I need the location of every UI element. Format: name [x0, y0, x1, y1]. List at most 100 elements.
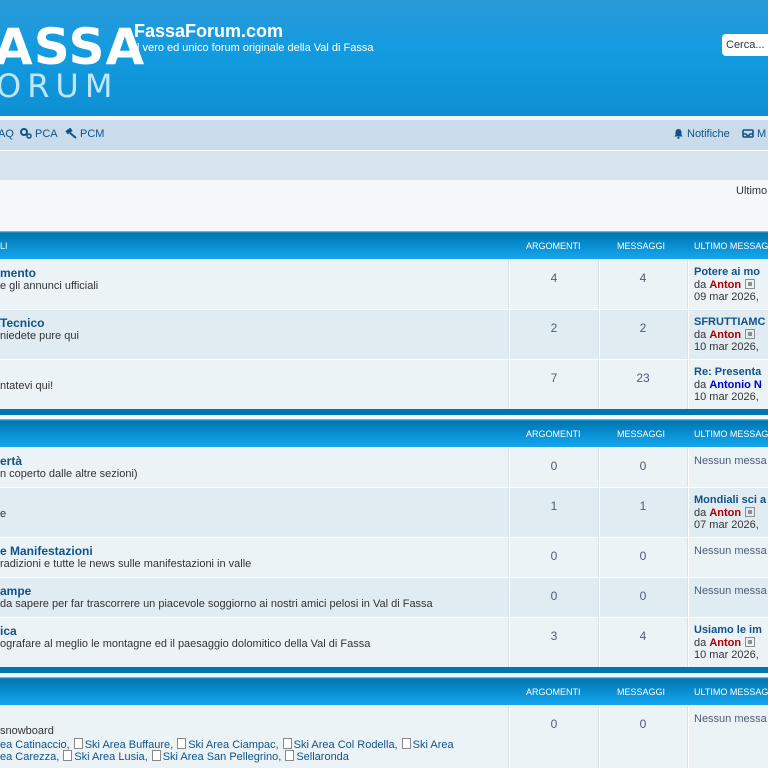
author-link[interactable]: Anton [709, 507, 741, 519]
last-post-author-line: da Antonio N [694, 379, 762, 391]
view-post-icon[interactable] [745, 279, 756, 289]
post-count: 4 [639, 629, 647, 643]
forum-description: n coperto dalle altre sezioni) [0, 468, 138, 480]
topic-count: 3 [550, 629, 558, 643]
section-divider [0, 409, 768, 415]
search-input[interactable]: Cerca... [722, 34, 768, 56]
messages-link[interactable]: M [742, 128, 766, 140]
last-post-column-header: ULTIMO MESSAG [694, 687, 768, 697]
breadcrumb-bar [0, 150, 768, 180]
site-logo-subtitle[interactable]: ORUM [0, 70, 118, 102]
site-logo[interactable]: ASSA [0, 22, 145, 72]
notifications-link[interactable]: Notifiche [673, 128, 730, 140]
author-link[interactable]: Anton [709, 329, 741, 341]
forum-description: radizioni e tutte le news sulle manifest… [0, 558, 252, 570]
document-icon [73, 738, 83, 749]
subforum-link[interactable]: Sellaronda [296, 751, 349, 763]
topics-column-header: ARGOMENTI [526, 429, 581, 439]
forum-section-header: ARGOMENTI MESSAGGI ULTIMO MESSAG [0, 677, 768, 705]
forum-row: Tecnico niedete pure qui 2 2 SFRUTTIAMC … [0, 309, 768, 359]
view-post-icon[interactable] [745, 329, 756, 339]
last-visit-text: Ultimo [736, 185, 768, 197]
subforum-link[interactable]: Ski Area Lusia, [74, 751, 147, 763]
author-link[interactable]: Anton [709, 637, 741, 649]
no-posts-text: Nessun messa [694, 545, 767, 557]
pcm-link[interactable]: PCM [65, 127, 104, 140]
document-icon [151, 750, 161, 761]
forum-row: ampe da sapere per far trascorrere un pi… [0, 577, 768, 617]
forum-row: e Manifestazioni radizioni e tutte le ne… [0, 537, 768, 577]
posts-column-header: MESSAGGI [617, 687, 666, 697]
post-count: 0 [639, 459, 647, 473]
notifications-label: Notifiche [687, 128, 730, 140]
gavel-icon [65, 127, 77, 139]
document-icon [285, 750, 295, 761]
topic-count: 1 [550, 499, 558, 513]
forum-row: mento e gli annunci ufficiali 4 4 Potere… [0, 259, 768, 309]
last-post-title[interactable]: Usiamo le im [694, 624, 762, 636]
forum-description: ntatevi qui! [0, 380, 54, 392]
section-title[interactable]: LI [0, 241, 8, 251]
post-count: 2 [639, 321, 647, 335]
last-post-author-line: da Anton [694, 329, 756, 341]
topic-count: 7 [550, 371, 558, 385]
document-icon [282, 738, 292, 749]
last-post-title[interactable]: Re: Presenta [694, 366, 761, 378]
document-icon [177, 738, 187, 749]
last-post-date: 10 mar 2026, [694, 649, 759, 661]
topic-count: 0 [550, 717, 558, 731]
forum-title[interactable]: mento [0, 266, 36, 280]
subforum-link[interactable]: ea Carezza, [0, 751, 59, 763]
site-title[interactable]: FassaForum.com [134, 21, 283, 42]
subforum-link[interactable]: Ski Area [413, 739, 454, 751]
forum-section-header: LI ARGOMENTI MESSAGGI ULTIMO MESSAG [0, 231, 768, 259]
subforum-link[interactable]: Ski Area San Pellegrino, [163, 751, 282, 763]
view-post-icon[interactable] [745, 637, 756, 647]
no-posts-text: Nessun messa [694, 455, 767, 467]
post-count: 0 [639, 549, 647, 563]
no-posts-text: Nessun messa [694, 585, 767, 597]
last-post-title[interactable]: SFRUTTIAMC [694, 316, 766, 328]
author-link[interactable]: Antonio N [709, 379, 762, 391]
forum-description: e [0, 508, 7, 520]
post-count: 4 [639, 271, 647, 285]
last-post-title[interactable]: Potere ai mo [694, 266, 760, 278]
no-posts-text: Nessun messa [694, 713, 767, 725]
forum-title[interactable]: ampe [0, 584, 31, 598]
messages-label: M [757, 128, 767, 140]
forum-title[interactable]: Tecnico [0, 316, 44, 330]
document-icon [63, 750, 73, 761]
last-post-date: 07 mar 2026, [694, 519, 759, 531]
topic-count: 0 [550, 589, 558, 603]
forum-description: da sapere per far trascorrere un piacevo… [0, 598, 433, 610]
faq-link[interactable]: AQ [0, 128, 14, 140]
author-link[interactable]: Anton [709, 279, 741, 291]
forum-description: snowboard [0, 725, 54, 737]
last-post-author-line: da Anton [694, 279, 756, 291]
forum-title[interactable]: e Manifestazioni [0, 544, 93, 558]
forum-row: e 1 1 Mondiali sci a da Anton 07 mar 202… [0, 487, 768, 537]
section-divider [0, 667, 768, 673]
topic-count: 0 [550, 459, 558, 473]
posts-column-header: MESSAGGI [617, 241, 666, 251]
forum-description: niedete pure qui [0, 330, 79, 342]
gear-icon [20, 128, 32, 139]
forum-row: snowboard ea Catinaccio, Ski Area Buffaur… [0, 705, 768, 768]
last-post-title[interactable]: Mondiali sci a [694, 494, 766, 506]
bell-icon [674, 129, 683, 139]
topic-count: 2 [550, 321, 558, 335]
last-post-column-header: ULTIMO MESSAG [694, 241, 768, 251]
pca-link[interactable]: PCA [20, 128, 58, 140]
site-description: Il vero ed unico forum originale della V… [134, 42, 374, 54]
forum-title[interactable]: ertà [0, 454, 22, 468]
view-post-icon[interactable] [745, 507, 756, 517]
post-count: 23 [636, 371, 650, 385]
navbar: AQ PCA PCM Notifiche M [0, 120, 768, 150]
faq-label: AQ [0, 128, 14, 140]
post-count: 0 [639, 589, 647, 603]
inbox-icon [742, 129, 754, 138]
last-post-author-line: da Anton [694, 507, 756, 519]
forum-title[interactable]: ica [0, 624, 17, 638]
forum-row: ntatevi qui! 7 23 Re: Presenta da Antoni… [0, 359, 768, 409]
forum-description: e gli annunci ufficiali [0, 280, 99, 292]
